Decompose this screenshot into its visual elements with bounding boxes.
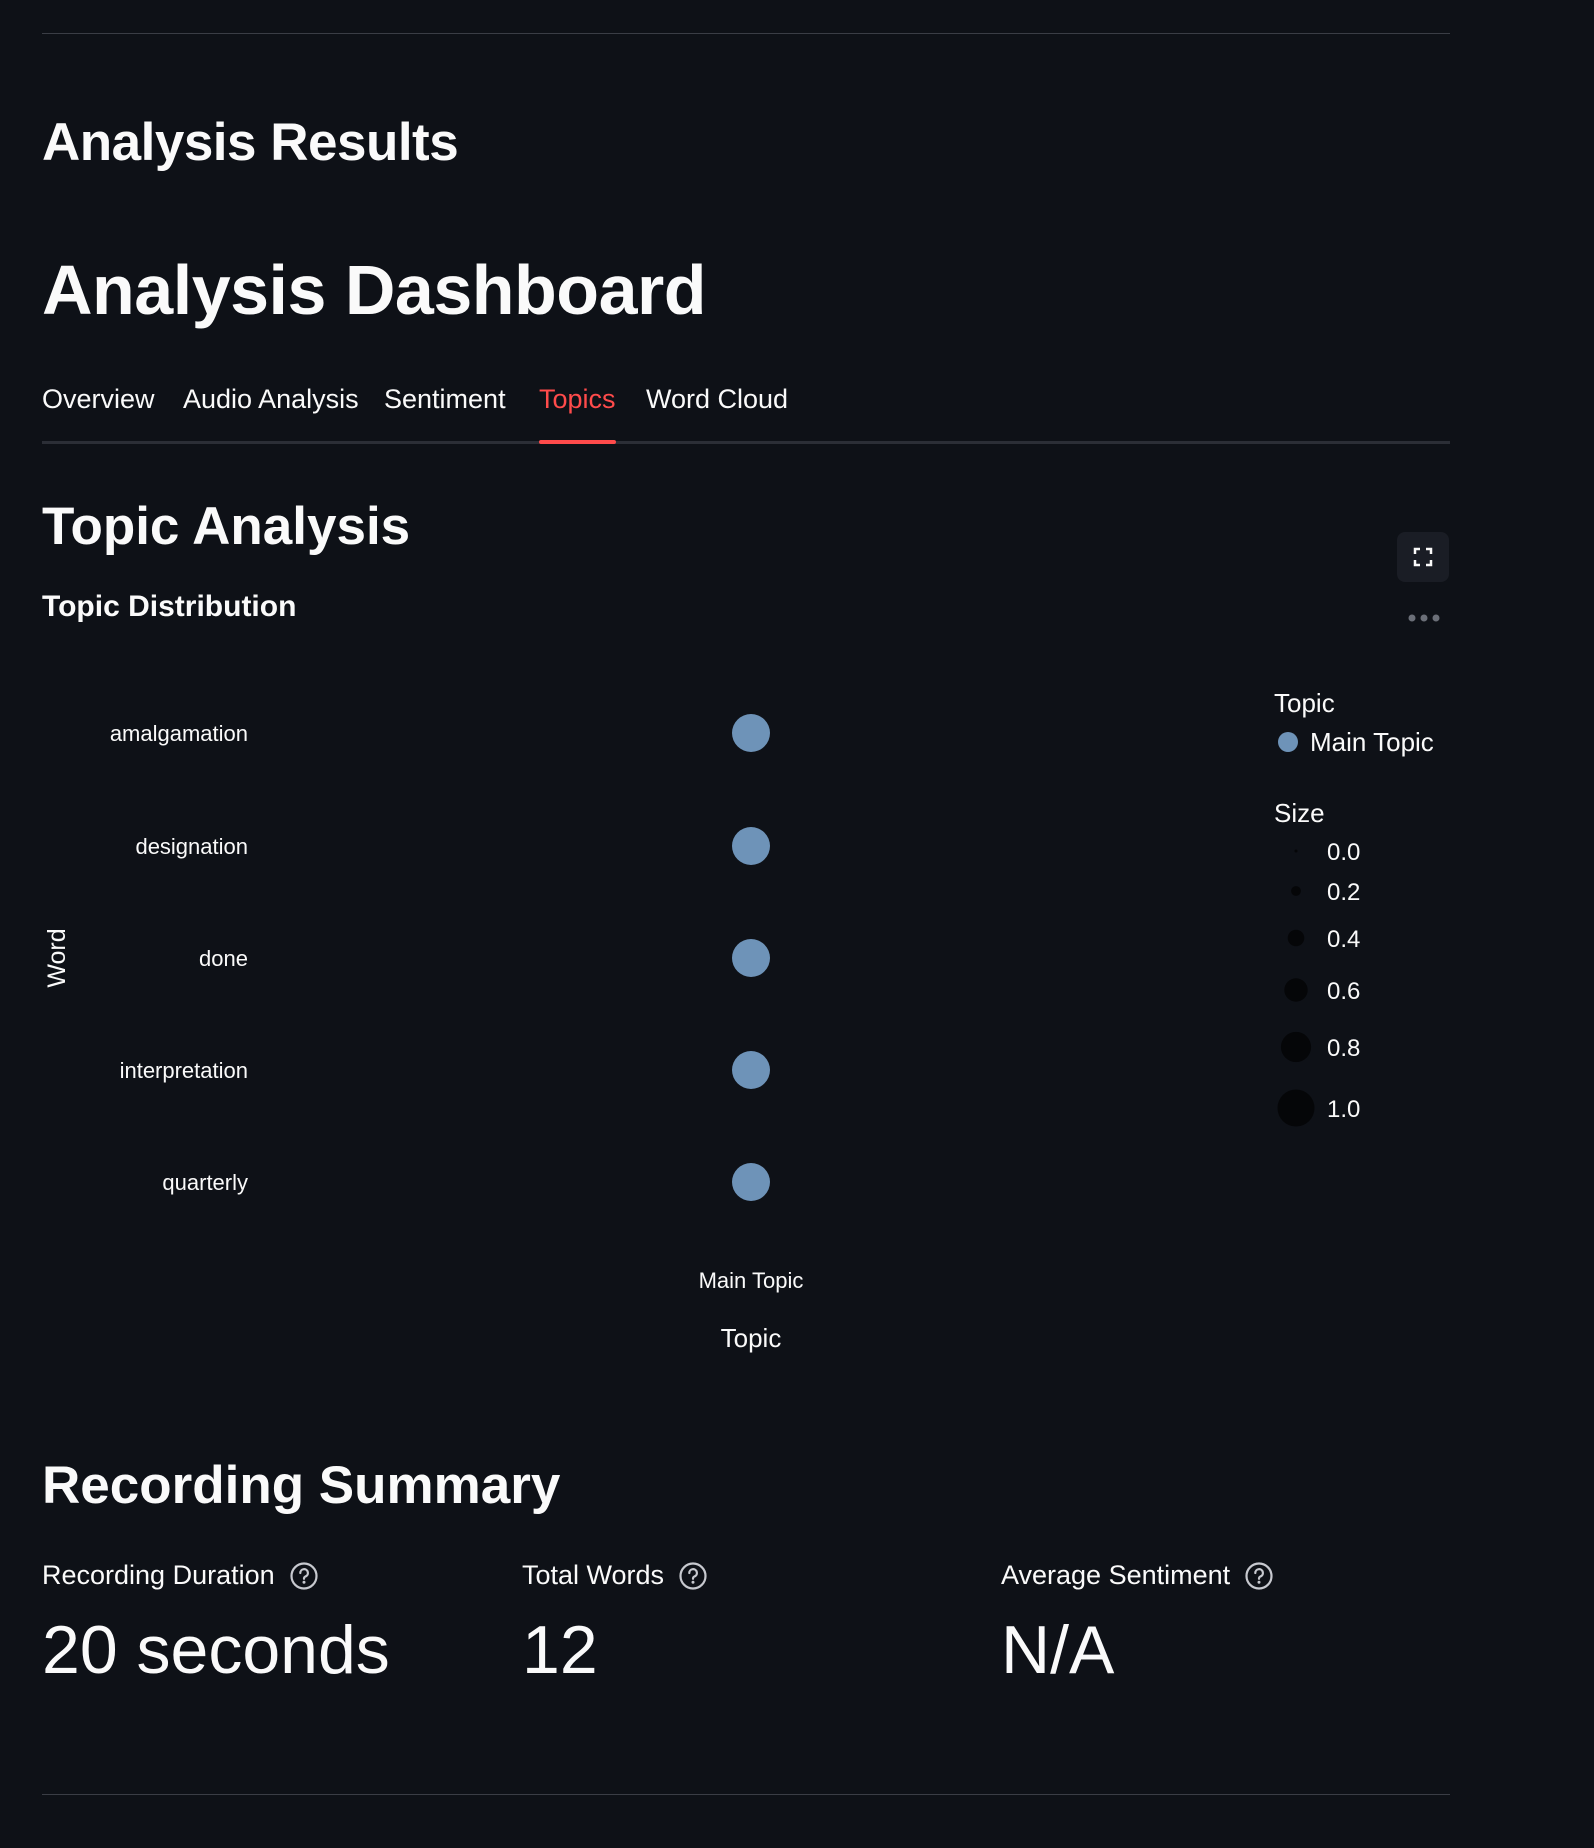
fullscreen-button[interactable] <box>1397 532 1449 582</box>
fullscreen-icon <box>1413 547 1433 567</box>
legend-topic-title: Topic <box>1274 688 1335 718</box>
legend-topic-swatch <box>1278 732 1298 752</box>
data-point <box>732 1051 770 1089</box>
legend-size-label: 0.4 <box>1327 926 1360 953</box>
question-circle-icon[interactable] <box>1244 1561 1274 1591</box>
tab-overview[interactable]: Overview <box>42 384 155 433</box>
question-circle-icon[interactable] <box>678 1561 708 1591</box>
metric-value: 20 seconds <box>42 1612 390 1688</box>
more-horizontal-icon <box>1408 614 1440 622</box>
legend-size-label: 0.6 <box>1327 978 1360 1005</box>
recording-summary-heading: Recording Summary <box>42 1456 561 1515</box>
question-circle-icon[interactable] <box>289 1561 319 1591</box>
chart-canvas: amalgamation designation done interpretatio… <box>43 688 1434 1353</box>
legend-size-label: 0.2 <box>1327 879 1360 906</box>
data-point <box>732 1163 770 1201</box>
y-tick-label: done <box>199 946 248 971</box>
page: Analysis Results Analysis Dashboard Over… <box>0 0 1594 1848</box>
y-tick-label: amalgamation <box>110 721 248 746</box>
metric-value: N/A <box>1001 1612 1115 1688</box>
metric-label: Total Words <box>522 1560 665 1590</box>
topic-distribution-chart: amalgamation designation done interpretatio… <box>0 660 1594 1380</box>
tab-topics[interactable]: Topics <box>539 384 616 433</box>
tab-bar-border <box>42 441 1450 444</box>
dashboard-title: Analysis Dashboard <box>42 251 707 329</box>
legend-size-title: Size <box>1274 798 1325 828</box>
top-divider <box>42 33 1450 34</box>
bottom-divider <box>42 1794 1450 1795</box>
y-tick-label: quarterly <box>162 1170 248 1195</box>
legend-size-swatch <box>1291 886 1301 896</box>
chart-menu-button[interactable] <box>1404 608 1444 628</box>
metric-label: Recording Duration <box>42 1560 275 1590</box>
metric-average-sentiment: Average Sentiment N/A <box>1001 1560 1274 1689</box>
topic-distribution-subheading: Topic Distribution <box>42 590 297 623</box>
results-heading: Analysis Results <box>42 113 459 172</box>
tab-audio-analysis[interactable]: Audio Analysis <box>183 384 359 433</box>
metric-total-words: Total Words 12 <box>522 1560 708 1689</box>
topic-analysis-heading: Topic Analysis <box>42 497 411 556</box>
legend-size-swatch <box>1280 1031 1312 1063</box>
x-tick-label: Main Topic <box>699 1268 804 1293</box>
y-tick-label: designation <box>135 834 248 859</box>
tab-active-indicator <box>539 440 616 444</box>
legend-size-swatch <box>1294 849 1298 853</box>
metric-value: 12 <box>522 1612 598 1688</box>
data-point <box>732 827 770 865</box>
legend-size-label: 1.0 <box>1327 1096 1360 1123</box>
y-axis-title: Word <box>43 928 71 987</box>
tab-sentiment[interactable]: Sentiment <box>384 384 506 433</box>
legend-size-label: 0.8 <box>1327 1035 1360 1062</box>
legend-size-label: 0.0 <box>1327 839 1360 866</box>
y-tick-label: interpretation <box>120 1058 248 1083</box>
tab-bar: Overview Audio Analysis Sentiment Topics… <box>42 384 1450 444</box>
legend-size-swatch <box>1284 978 1308 1002</box>
legend-size-swatch <box>1287 929 1305 947</box>
metric-label: Average Sentiment <box>1001 1560 1231 1590</box>
data-point <box>732 714 770 752</box>
legend-size-swatch <box>1277 1089 1315 1127</box>
metric-recording-duration: Recording Duration 20 seconds <box>42 1560 390 1689</box>
tab-word-cloud[interactable]: Word Cloud <box>646 384 788 433</box>
x-axis-title: Topic <box>721 1323 782 1353</box>
data-point <box>732 939 770 977</box>
legend-topic-label: Main Topic <box>1310 727 1434 757</box>
